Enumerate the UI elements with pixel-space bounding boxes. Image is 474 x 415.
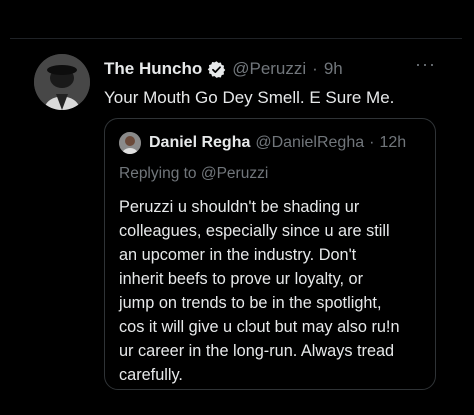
quoted-header: Daniel Regha @DanielRegha · 12h xyxy=(119,131,406,155)
more-options-icon[interactable]: ··· xyxy=(415,54,436,75)
quoted-text-line: carefully. xyxy=(119,366,183,384)
quoted-meta-separator: · xyxy=(369,134,375,151)
quoted-text-line: an upcomer in the industry. Don't xyxy=(119,246,357,264)
quoted-text-line: colleagues, especially since u are still xyxy=(119,222,390,240)
quoted-tweet[interactable]: Daniel Regha @DanielRegha · 12h Replying… xyxy=(104,118,436,390)
tweet-text: Your Mouth Go Dey Smell. E Sure Me. xyxy=(104,88,395,107)
verified-badge-icon xyxy=(207,60,226,79)
quoted-text-line: cos it will give u clɔut but may also ru… xyxy=(119,318,400,336)
quoted-text-line: Peruzzi u shouldn't be shading ur xyxy=(119,198,360,216)
quoted-author-name: Daniel Regha xyxy=(149,134,251,151)
replying-to: Replying to @Peruzzi xyxy=(119,165,268,183)
quoted-text-line: jump on trends to be in the spotlight, xyxy=(119,294,382,312)
tweet-header: The Huncho @Peruzzi · 9h xyxy=(104,58,343,80)
quoted-time: 12h xyxy=(379,134,407,151)
quoted-text-line: inherit beefs to prove ur loyalty, or xyxy=(119,270,364,288)
quoted-text-line: ur career in the long-run. Always tread xyxy=(119,342,395,360)
tweet[interactable]: The Huncho @Peruzzi · 9h ··· Your Mouth … xyxy=(0,40,474,415)
tweet-time[interactable]: 9h xyxy=(324,59,343,79)
author-avatar[interactable] xyxy=(34,54,90,110)
quoted-text: Peruzzi u shouldn't be shading ur collea… xyxy=(119,195,429,387)
quoted-author-handle: @DanielRegha xyxy=(255,134,365,151)
author-name[interactable]: The Huncho xyxy=(104,59,202,79)
quoted-author-avatar xyxy=(119,132,141,154)
replying-handle[interactable]: @Peruzzi xyxy=(201,165,268,182)
author-handle[interactable]: @Peruzzi xyxy=(232,59,306,79)
meta-separator: · xyxy=(312,59,318,78)
replying-prefix: Replying to xyxy=(119,165,197,182)
divider xyxy=(10,38,462,39)
